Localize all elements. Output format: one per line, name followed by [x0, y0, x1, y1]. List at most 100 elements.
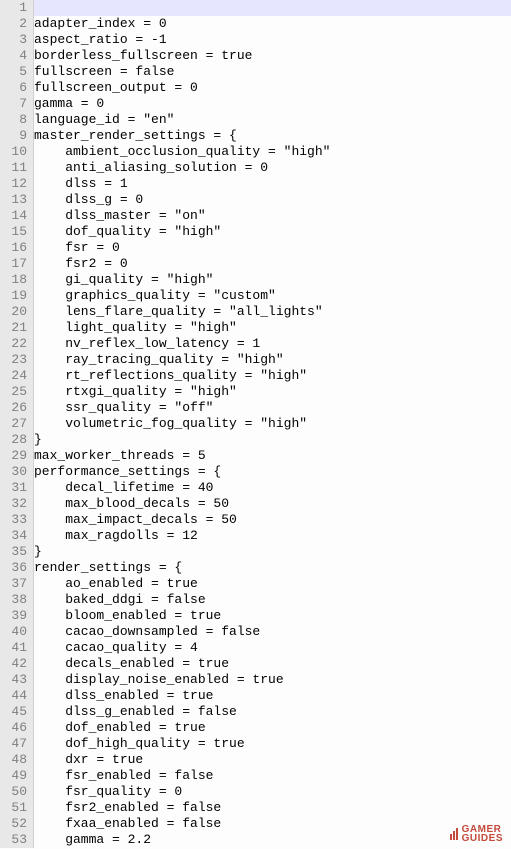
- code-line[interactable]: ssr_quality = "off": [34, 400, 511, 416]
- code-line[interactable]: lens_flare_quality = "all_lights": [34, 304, 511, 320]
- line-number: 17: [0, 256, 27, 272]
- code-line[interactable]: fullscreen_output = 0: [34, 80, 511, 96]
- code-line[interactable]: ambient_occlusion_quality = "high": [34, 144, 511, 160]
- code-line[interactable]: fsr = 0: [34, 240, 511, 256]
- line-number: 32: [0, 496, 27, 512]
- code-line[interactable]: dlss_g_enabled = false: [34, 704, 511, 720]
- line-number: 39: [0, 608, 27, 624]
- line-number: 41: [0, 640, 27, 656]
- line-number: 53: [0, 832, 27, 848]
- line-number: 35: [0, 544, 27, 560]
- line-number: 25: [0, 384, 27, 400]
- line-number: 31: [0, 480, 27, 496]
- line-number: 22: [0, 336, 27, 352]
- code-line[interactable]: adapter_index = 0: [34, 16, 511, 32]
- code-line[interactable]: fsr_enabled = false: [34, 768, 511, 784]
- code-line[interactable]: max_ragdolls = 12: [34, 528, 511, 544]
- line-number: 46: [0, 720, 27, 736]
- code-line[interactable]: dlss_master = "on": [34, 208, 511, 224]
- line-number: 44: [0, 688, 27, 704]
- code-line[interactable]: dof_quality = "high": [34, 224, 511, 240]
- code-line[interactable]: dlss_enabled = true: [34, 688, 511, 704]
- code-line[interactable]: dlss_g = 0: [34, 192, 511, 208]
- line-number: 45: [0, 704, 27, 720]
- line-number: 23: [0, 352, 27, 368]
- line-number: 4: [0, 48, 27, 64]
- code-line[interactable]: anti_aliasing_solution = 0: [34, 160, 511, 176]
- code-line[interactable]: graphics_quality = "custom": [34, 288, 511, 304]
- code-line[interactable]: max_impact_decals = 50: [34, 512, 511, 528]
- watermark-bars-icon: [450, 828, 458, 840]
- code-line[interactable]: dlss = 1: [34, 176, 511, 192]
- code-line[interactable]: max_worker_threads = 5: [34, 448, 511, 464]
- line-number: 18: [0, 272, 27, 288]
- line-number: 7: [0, 96, 27, 112]
- line-number: 36: [0, 560, 27, 576]
- line-number: 2: [0, 16, 27, 32]
- code-line[interactable]: display_noise_enabled = true: [34, 672, 511, 688]
- line-number: 24: [0, 368, 27, 384]
- code-line[interactable]: fsr2_enabled = false: [34, 800, 511, 816]
- line-number: 37: [0, 576, 27, 592]
- code-line[interactable]: borderless_fullscreen = true: [34, 48, 511, 64]
- line-number: 51: [0, 800, 27, 816]
- line-number: 26: [0, 400, 27, 416]
- code-line[interactable]: fullscreen = false: [34, 64, 511, 80]
- code-line[interactable]: volumetric_fog_quality = "high": [34, 416, 511, 432]
- line-number: 3: [0, 32, 27, 48]
- line-number: 49: [0, 768, 27, 784]
- code-line[interactable]: rt_reflections_quality = "high": [34, 368, 511, 384]
- line-number: 19: [0, 288, 27, 304]
- line-number: 52: [0, 816, 27, 832]
- code-line[interactable]: gi_quality = "high": [34, 272, 511, 288]
- code-line[interactable]: [34, 0, 511, 16]
- code-line[interactable]: ray_tracing_quality = "high": [34, 352, 511, 368]
- line-number: 12: [0, 176, 27, 192]
- code-line[interactable]: }: [34, 432, 511, 448]
- code-line[interactable]: bloom_enabled = true: [34, 608, 511, 624]
- code-line[interactable]: fxaa_enabled = false: [34, 816, 511, 832]
- line-number: 1: [0, 0, 27, 16]
- code-line[interactable]: language_id = "en": [34, 112, 511, 128]
- code-line[interactable]: nv_reflex_low_latency = 1: [34, 336, 511, 352]
- line-number: 42: [0, 656, 27, 672]
- line-number: 9: [0, 128, 27, 144]
- code-line[interactable]: master_render_settings = {: [34, 128, 511, 144]
- code-line[interactable]: gamma = 0: [34, 96, 511, 112]
- code-line[interactable]: max_blood_decals = 50: [34, 496, 511, 512]
- code-area[interactable]: adapter_index = 0aspect_ratio = -1border…: [34, 0, 511, 848]
- line-number: 5: [0, 64, 27, 80]
- code-line[interactable]: gamma = 2.2: [34, 832, 511, 848]
- line-number: 15: [0, 224, 27, 240]
- code-line[interactable]: fsr2 = 0: [34, 256, 511, 272]
- code-line[interactable]: baked_ddgi = false: [34, 592, 511, 608]
- watermark-line2: GUIDES: [462, 834, 503, 843]
- code-line[interactable]: dxr = true: [34, 752, 511, 768]
- code-line[interactable]: decal_lifetime = 40: [34, 480, 511, 496]
- code-line[interactable]: dof_enabled = true: [34, 720, 511, 736]
- code-line[interactable]: cacao_quality = 4: [34, 640, 511, 656]
- code-line[interactable]: decals_enabled = true: [34, 656, 511, 672]
- line-number: 29: [0, 448, 27, 464]
- line-number: 6: [0, 80, 27, 96]
- code-line[interactable]: light_quality = "high": [34, 320, 511, 336]
- code-line[interactable]: }: [34, 544, 511, 560]
- line-number: 38: [0, 592, 27, 608]
- line-number: 20: [0, 304, 27, 320]
- line-number: 8: [0, 112, 27, 128]
- code-line[interactable]: fsr_quality = 0: [34, 784, 511, 800]
- code-line[interactable]: rtxgi_quality = "high": [34, 384, 511, 400]
- line-number: 13: [0, 192, 27, 208]
- line-number-gutter: 1234567891011121314151617181920212223242…: [0, 0, 34, 848]
- code-line[interactable]: ao_enabled = true: [34, 576, 511, 592]
- line-number: 33: [0, 512, 27, 528]
- code-line[interactable]: render_settings = {: [34, 560, 511, 576]
- line-number: 34: [0, 528, 27, 544]
- code-line[interactable]: performance_settings = {: [34, 464, 511, 480]
- code-line[interactable]: cacao_downsampled = false: [34, 624, 511, 640]
- code-line[interactable]: aspect_ratio = -1: [34, 32, 511, 48]
- line-number: 47: [0, 736, 27, 752]
- line-number: 21: [0, 320, 27, 336]
- line-number: 30: [0, 464, 27, 480]
- code-line[interactable]: dof_high_quality = true: [34, 736, 511, 752]
